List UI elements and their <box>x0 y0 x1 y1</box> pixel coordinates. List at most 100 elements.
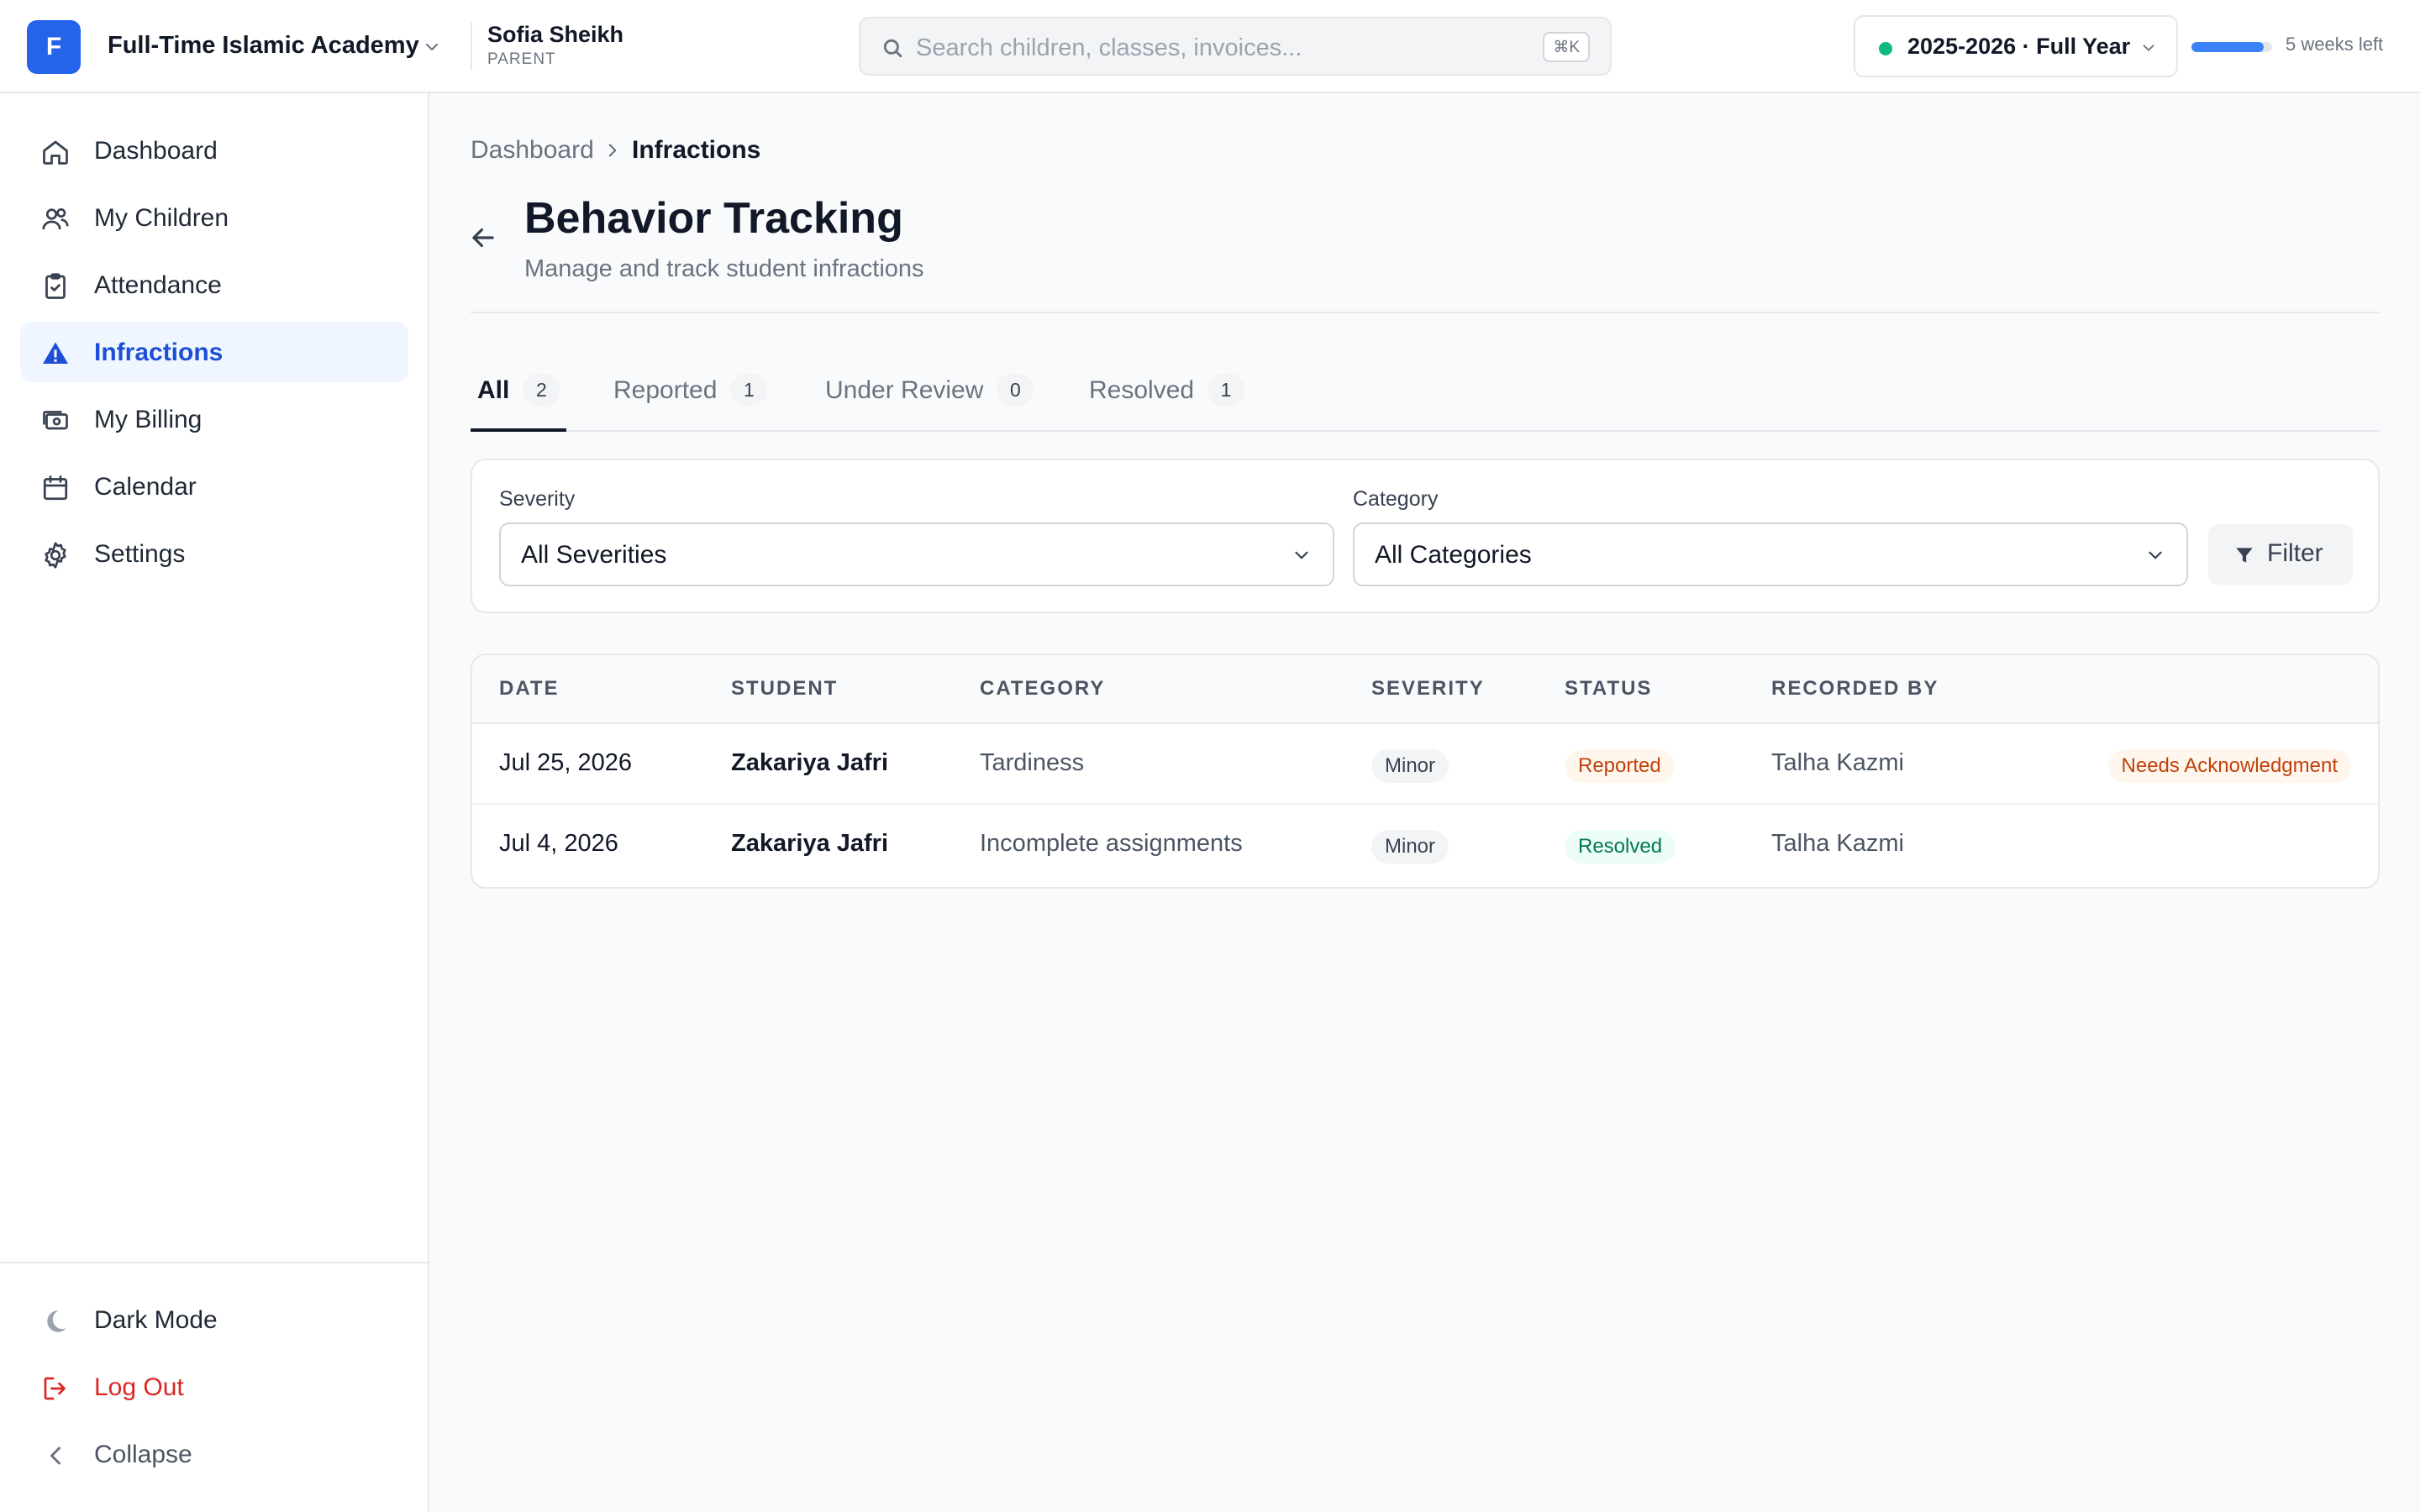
logout-button[interactable]: Log Out <box>20 1357 408 1417</box>
logout-icon <box>44 1377 66 1400</box>
sidebar-item-label: Infractions <box>94 339 224 366</box>
cell-category: Tardiness <box>980 749 1085 776</box>
sidebar-item-label: My Children <box>94 204 229 232</box>
search-bar[interactable]: ⌘K <box>859 17 1612 76</box>
user-role: PARENT <box>487 50 556 68</box>
table-header: DATE STUDENT CATEGORY SEVERITY STATUS RE… <box>472 655 2378 724</box>
year-progress-fill <box>2191 42 2265 52</box>
cell-date: Jul 4, 2026 <box>499 830 618 857</box>
dark-mode-toggle[interactable]: Dark Mode <box>20 1289 408 1350</box>
alert-triangle-icon <box>43 342 68 364</box>
category-value: All Categories <box>1375 541 1532 569</box>
page-subtitle: Manage and track student infractions <box>524 255 924 282</box>
search-input[interactable] <box>914 29 1506 67</box>
billing-icon <box>43 411 68 430</box>
tab-label: Resolved <box>1089 376 1195 404</box>
column-header-recorded-by[interactable]: RECORDED BY <box>1771 677 1939 701</box>
column-header-student[interactable]: STUDENT <box>731 677 838 701</box>
sidebar-item-settings[interactable]: Settings <box>20 523 408 584</box>
tab-count: 2 <box>523 373 560 407</box>
academic-year-select[interactable]: 2025-2026 · Full Year <box>1854 15 2178 77</box>
filter-icon <box>2236 548 2253 563</box>
category-label: Category <box>1353 487 1439 511</box>
filter-button-label: Filter <box>2267 539 2323 567</box>
cell-student: Zakariya Jafri <box>731 830 889 857</box>
cell-student: Zakariya Jafri <box>731 749 889 776</box>
sidebar-item-label: Attendance <box>94 271 222 299</box>
tab-count: 1 <box>1207 373 1245 407</box>
keyboard-shortcut: ⌘K <box>1543 32 1590 62</box>
severity-badge: Minor <box>1371 749 1449 783</box>
column-header-status[interactable]: STATUS <box>1565 677 1652 701</box>
tab-label: Reported <box>613 376 718 404</box>
weeks-left: 5 weeks left <box>2286 34 2384 55</box>
divider <box>471 22 472 71</box>
column-header-date[interactable]: DATE <box>499 677 560 701</box>
filter-button[interactable]: Filter <box>2208 524 2353 585</box>
filters-card: Severity All Severities Category All Cat… <box>471 459 2380 613</box>
cell-recorded-by: Talha Kazmi <box>1771 749 1904 776</box>
chevron-right-icon <box>608 144 617 157</box>
infractions-table: DATE STUDENT CATEGORY SEVERITY STATUS RE… <box>471 654 2380 889</box>
chevron-down-icon <box>2143 45 2154 51</box>
tab-under-review[interactable]: Under Review 0 <box>825 370 1034 432</box>
tab-count: 1 <box>730 373 768 407</box>
tab-label: All <box>477 376 510 404</box>
column-header-category[interactable]: CATEGORY <box>980 677 1105 701</box>
tab-reported[interactable]: Reported 1 <box>613 370 768 432</box>
divider <box>0 1262 428 1263</box>
chevron-down-icon[interactable] <box>422 37 442 57</box>
status-badge: Reported <box>1565 749 1675 783</box>
gear-icon <box>45 542 66 569</box>
column-header-severity[interactable]: SEVERITY <box>1371 677 1485 701</box>
calendar-icon <box>43 475 68 501</box>
clipboard-check-icon <box>45 273 66 299</box>
sidebar-item-label: Settings <box>94 540 186 568</box>
tab-count: 0 <box>997 373 1034 407</box>
tab-all[interactable]: All 2 <box>471 370 566 432</box>
tab-label: Under Review <box>825 376 984 404</box>
org-logo[interactable]: F <box>27 20 81 74</box>
sidebar: Dashboard My Children Attendance Infract… <box>0 93 429 1512</box>
sidebar-item-infractions[interactable]: Infractions <box>20 322 408 382</box>
severity-select[interactable]: All Severities <box>499 522 1334 586</box>
dark-mode-label: Dark Mode <box>94 1306 218 1334</box>
org-switcher[interactable]: Full-Time Islamic Academy <box>108 32 419 60</box>
logout-label: Log Out <box>94 1373 184 1401</box>
sidebar-item-attendance[interactable]: Attendance <box>20 255 408 315</box>
cell-date: Jul 25, 2026 <box>499 749 633 776</box>
table-row[interactable]: Jul 4, 2026 Zakariya Jafri Incomplete as… <box>472 805 2378 885</box>
divider <box>471 312 2380 313</box>
moon-icon <box>47 1310 66 1332</box>
status-dot <box>1879 42 1892 55</box>
chevron-down-icon <box>2149 551 2162 559</box>
cell-category: Incomplete assignments <box>980 830 1243 857</box>
tab-resolved[interactable]: Resolved 1 <box>1089 370 1245 432</box>
top-bar: F Full-Time Islamic Academy Sofia Sheikh… <box>0 0 2420 93</box>
page-title: Behavior Tracking <box>524 194 903 243</box>
sidebar-item-label: My Billing <box>94 406 203 433</box>
sidebar-item-my-billing[interactable]: My Billing <box>20 389 408 449</box>
status-badge: Resolved <box>1565 830 1676 864</box>
needs-acknowledgment-badge[interactable]: Needs Acknowledgment <box>2107 749 2351 783</box>
sidebar-item-label: Calendar <box>94 473 197 501</box>
user-name: Sofia Sheikh <box>487 22 624 47</box>
cell-recorded-by: Talha Kazmi <box>1771 830 1904 857</box>
severity-badge: Minor <box>1371 830 1449 864</box>
category-select[interactable]: All Categories <box>1353 522 2188 586</box>
year-progress-bar <box>2191 42 2272 52</box>
sidebar-item-calendar[interactable]: Calendar <box>20 456 408 517</box>
collapse-label: Collapse <box>94 1441 192 1468</box>
back-arrow-icon[interactable] <box>467 222 499 254</box>
severity-label: Severity <box>499 487 576 511</box>
table-row[interactable]: Jul 25, 2026 Zakariya Jafri Tardiness Mi… <box>472 724 2378 805</box>
academic-year-label: 2025-2026 · Full Year <box>1907 34 2131 59</box>
sidebar-item-my-children[interactable]: My Children <box>20 187 408 248</box>
chevron-left-icon <box>50 1446 60 1465</box>
breadcrumb-current: Infractions <box>632 136 761 164</box>
breadcrumb-dashboard[interactable]: Dashboard <box>471 136 594 165</box>
sidebar-item-dashboard[interactable]: Dashboard <box>20 120 408 181</box>
collapse-button[interactable]: Collapse <box>20 1424 408 1484</box>
users-icon <box>42 207 69 230</box>
home-icon <box>43 140 68 165</box>
